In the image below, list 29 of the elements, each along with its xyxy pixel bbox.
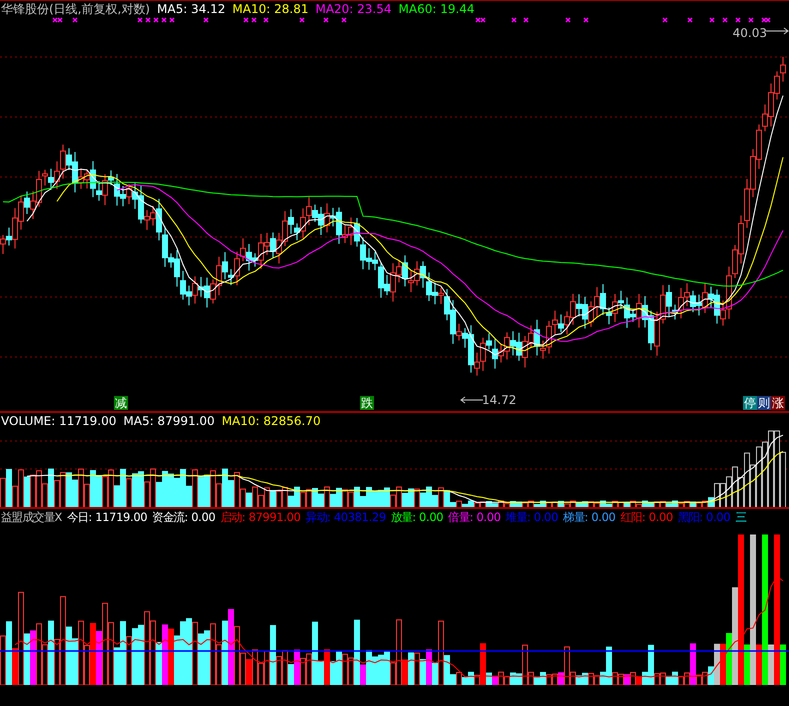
signal-label: 则 [757, 396, 771, 410]
legend-value: 堆量: 0.00 [506, 509, 558, 525]
legend-value: 梯量: 0.00 [563, 509, 616, 525]
signal-label: 涨 [771, 396, 785, 410]
legend-value: 资金流: 0.00 [152, 509, 216, 525]
legend-value: MA10: 82856.70 [222, 413, 321, 429]
price-label: 14.72 [482, 393, 516, 407]
signal-label: 减 [114, 396, 128, 410]
legend-value: MA60: 19.44 [398, 1, 475, 17]
legend-value: 今日: 11719.00 [67, 509, 148, 525]
price-label: 40.03 [732, 26, 767, 40]
arrow-icon [460, 396, 484, 404]
arrow-icon [765, 27, 789, 35]
legend-value: 启动: 87991.00 [220, 509, 301, 525]
legend-value: 红阳: 0.00 [620, 509, 673, 525]
legend-value: 异动: 40381.29 [306, 509, 386, 525]
legend-value: VOLUME: 11719.00 [1, 413, 116, 429]
legend-value: 三 [735, 509, 746, 525]
legend-value: 黑阳: 0.00 [678, 509, 730, 525]
chart-title: 华锋股份(日线,前复权,对数) [1, 1, 150, 17]
legend-value: 放量: 0.00 [390, 509, 444, 525]
signal-label: 跌 [360, 396, 374, 410]
legend-value: MA20: 23.54 [315, 1, 392, 17]
legend-value: MA10: 28.81 [232, 1, 308, 17]
legend-value: 益盟成交量X [1, 509, 62, 525]
legend-value: 倍量: 0.00 [448, 509, 501, 525]
legend-value: MA5: 34.12 [157, 1, 226, 17]
signal-label: 停 [743, 396, 757, 410]
legend-value: MA5: 87991.00 [123, 413, 215, 429]
